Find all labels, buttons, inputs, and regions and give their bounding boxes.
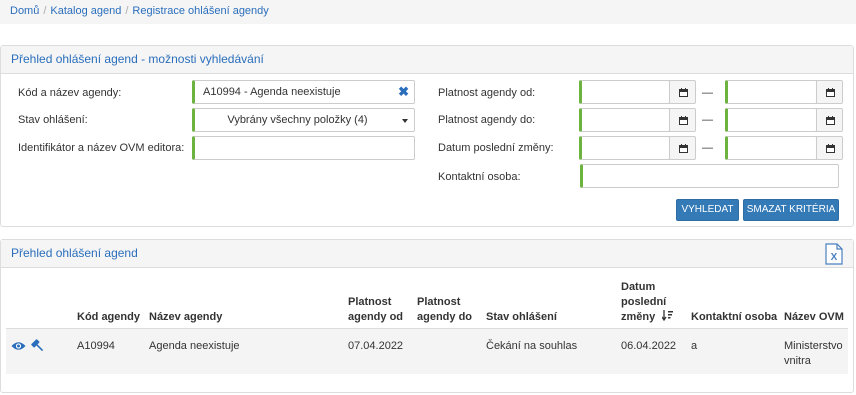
cell-contact: a (691, 340, 698, 352)
last-change-start-input[interactable] (579, 136, 670, 160)
calendar-icon (826, 144, 835, 153)
valid-to-label: Platnost agendy do: (438, 114, 536, 126)
cell-name: Agenda neexistuje (149, 340, 240, 352)
agenda-code-value: A10994 - Agenda neexistuje (203, 86, 341, 98)
calendar-button[interactable] (816, 136, 843, 160)
column-header-valid-from[interactable]: Platnost agendy od (348, 295, 403, 325)
last-change-end-input[interactable] (725, 136, 817, 160)
cell-ovm-line: Ministerstvo (784, 340, 843, 352)
cell-ovm-line: vnitra (784, 355, 811, 367)
cell-code[interactable]: A10994 (77, 339, 115, 354)
status-select-value: Vybrány všechny položky (4) (227, 114, 368, 126)
column-header-valid-to-line: Platnost (417, 296, 461, 308)
column-header-last-change-line: Datum (621, 281, 656, 293)
column-header-valid-from-line: agendy od (348, 311, 404, 323)
gavel-icon[interactable] (31, 339, 45, 353)
column-header-contact[interactable]: Kontaktní osoba (691, 310, 777, 325)
ovm-editor-input[interactable] (192, 136, 415, 160)
breadcrumb: Domů / Katalog agend / Registrace ohlášení a… (0, 0, 856, 24)
column-header-last-change-line: poslední (621, 296, 667, 308)
valid-from-start-input[interactable] (579, 80, 670, 104)
column-header-valid-to-line: agendy do (417, 311, 473, 323)
contact-input[interactable] (580, 164, 839, 188)
clear-criteria-button[interactable]: SMAZAT KRITÉRIA (743, 199, 839, 221)
column-header-status[interactable]: Stav ohlášení (486, 310, 557, 325)
cell-status: Čekání na souhlas (486, 340, 578, 352)
valid-from-label: Platnost agendy od: (438, 87, 536, 99)
status-label: Stav ohlášení: (18, 114, 88, 126)
breadcrumb-registration[interactable]: Registrace ohlášení agendy (132, 5, 268, 17)
sort-descending-icon[interactable] (661, 310, 674, 322)
cell-valid-from: 07.04.2022 (348, 340, 404, 352)
column-header-last-change[interactable]: Datum poslední změny (621, 280, 674, 325)
column-header-ovm[interactable]: Název OVM (784, 310, 844, 325)
breadcrumb-separator: / (125, 5, 129, 17)
caret-down-icon (402, 119, 408, 123)
ovm-editor-label: Identifikátor a název OVM editora: (18, 142, 185, 154)
calendar-icon (679, 88, 688, 97)
column-header-valid-from-line: Platnost (348, 296, 392, 308)
calendar-icon (679, 144, 688, 153)
breadcrumb-separator: / (43, 5, 47, 17)
calendar-button[interactable] (669, 80, 696, 104)
valid-to-end-input[interactable] (725, 108, 817, 132)
range-dash: — (702, 142, 713, 154)
calendar-icon (826, 116, 835, 125)
calendar-button[interactable] (669, 136, 696, 160)
agenda-code-label: Kód a název agendy: (18, 87, 122, 99)
calendar-button[interactable] (816, 108, 843, 132)
search-panel: Přehled ohlášení agend - možnosti vyhled… (0, 45, 854, 227)
calendar-button[interactable] (816, 80, 843, 104)
valid-to-start-input[interactable] (579, 108, 670, 132)
table-row (6, 329, 848, 374)
column-header-name[interactable]: Název agendy (149, 310, 222, 325)
list-panel: Přehled ohlášení agend X Kód agendy Náze… (0, 239, 854, 393)
column-header-code[interactable]: Kód agendy (77, 310, 140, 325)
last-change-label: Datum poslední změny: (438, 142, 554, 154)
agenda-code-input[interactable]: A10994 - Agenda neexistuje ✖ (192, 80, 415, 104)
status-select[interactable]: Vybrány všechny položky (4) (192, 108, 415, 132)
search-panel-title: Přehled ohlášení agend - možnosti vyhled… (1, 46, 853, 74)
valid-from-end-input[interactable] (725, 80, 817, 104)
calendar-icon (826, 88, 835, 97)
svg-text:X: X (831, 252, 838, 263)
range-dash: — (702, 114, 713, 126)
eye-icon[interactable] (11, 341, 26, 351)
breadcrumb-agenda-catalog[interactable]: Katalog agend (50, 5, 121, 17)
range-dash: — (702, 87, 713, 99)
search-button[interactable]: VYHLEDAT (676, 199, 739, 221)
column-header-valid-to[interactable]: Platnost agendy do (417, 295, 472, 325)
calendar-icon (679, 116, 688, 125)
cell-ovm: Ministerstvo vnitra (784, 339, 843, 369)
clear-icon[interactable]: ✖ (398, 85, 409, 99)
breadcrumb-home[interactable]: Domů (10, 5, 39, 17)
excel-export-icon[interactable]: X (825, 243, 843, 265)
contact-label: Kontaktní osoba: (438, 171, 521, 183)
calendar-button[interactable] (669, 108, 696, 132)
list-panel-title: Přehled ohlášení agend (1, 240, 853, 268)
column-header-last-change-line: změny (621, 311, 656, 323)
cell-last-change: 06.04.2022 (621, 340, 677, 352)
